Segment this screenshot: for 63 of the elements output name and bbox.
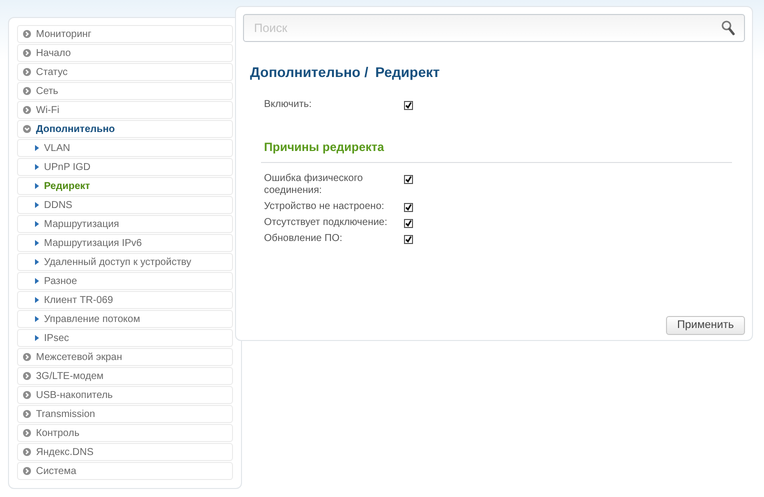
menu-item[interactable]: Клиент TR-069	[17, 291, 233, 309]
apply-button[interactable]: Применить	[666, 316, 745, 335]
checkbox[interactable]	[404, 219, 413, 228]
checkbox[interactable]	[404, 203, 413, 212]
menu-item[interactable]: Начало	[17, 44, 233, 62]
checkbox[interactable]	[404, 175, 413, 184]
menu-item[interactable]: Контроль	[17, 424, 233, 442]
arrow-icon	[35, 297, 39, 303]
menu-item[interactable]: Дополнительно	[17, 120, 233, 138]
expand-icon	[23, 391, 31, 399]
field-label: Обновление ПО:	[264, 233, 344, 245]
menu-item[interactable]: Яндекс.DNS	[17, 443, 233, 461]
expand-icon	[23, 353, 31, 361]
menu-item[interactable]: Межсетевой экран	[17, 348, 233, 366]
menu-item[interactable]: IPsec	[17, 329, 233, 347]
menu-item[interactable]: Маршрутизация	[17, 215, 233, 233]
arrow-icon	[35, 164, 39, 170]
arrow-icon	[35, 316, 39, 322]
menu-item[interactable]: Система	[17, 462, 233, 480]
breadcrumb-section: Дополнительно /	[250, 62, 368, 83]
menu-item[interactable]: USB-накопитель	[17, 386, 233, 404]
search-icon[interactable]	[721, 20, 735, 36]
field-label: Отсутствует подключение:	[264, 217, 388, 229]
section-title: Причины редиректа	[264, 140, 384, 154]
field-label: Ошибка физического соединения:	[264, 173, 364, 197]
arrow-icon	[35, 145, 39, 151]
menu-item[interactable]: Маршрутизация IPv6	[17, 234, 233, 252]
menu-item[interactable]: Управление потоком	[17, 310, 233, 328]
expand-icon	[23, 106, 31, 114]
expand-icon	[23, 448, 31, 456]
arrow-icon	[35, 278, 39, 284]
expand-icon	[23, 372, 31, 380]
expand-icon	[23, 410, 31, 418]
menu-item[interactable]: Мониторинг	[17, 25, 233, 43]
menu-item[interactable]: Сеть	[17, 82, 233, 100]
menu-item[interactable]: Разное	[17, 272, 233, 290]
expand-icon	[23, 87, 31, 95]
menu-item[interactable]: UPnP IGD	[17, 158, 233, 176]
page-title: Редирект	[375, 63, 440, 82]
menu-item[interactable]: 3G/LTE-модем	[17, 367, 233, 385]
checkbox[interactable]	[404, 101, 413, 110]
arrow-icon	[35, 221, 39, 227]
arrow-icon	[35, 183, 39, 189]
menu-item[interactable]: Статус	[17, 63, 233, 81]
field-label: Устройство не настроено:	[264, 201, 386, 213]
arrow-icon	[35, 259, 39, 265]
menu-item[interactable]: Wi-Fi	[17, 101, 233, 119]
collapse-icon	[23, 125, 31, 133]
expand-icon	[23, 68, 31, 76]
menu-item[interactable]: Transmission	[17, 405, 233, 423]
field-label: Включить:	[264, 99, 313, 111]
arrow-icon	[35, 335, 39, 341]
arrow-icon	[35, 202, 39, 208]
menu-item[interactable]: VLAN	[17, 139, 233, 157]
menu-item[interactable]: Удаленный доступ к устройству	[17, 253, 233, 271]
expand-icon	[23, 467, 31, 475]
expand-icon	[23, 30, 31, 38]
arrow-icon	[35, 240, 39, 246]
checkbox[interactable]	[404, 235, 413, 244]
expand-icon	[23, 49, 31, 57]
expand-icon	[23, 429, 31, 437]
menu-item[interactable]: Редирект	[17, 177, 233, 195]
menu-item[interactable]: DDNS	[17, 196, 233, 214]
